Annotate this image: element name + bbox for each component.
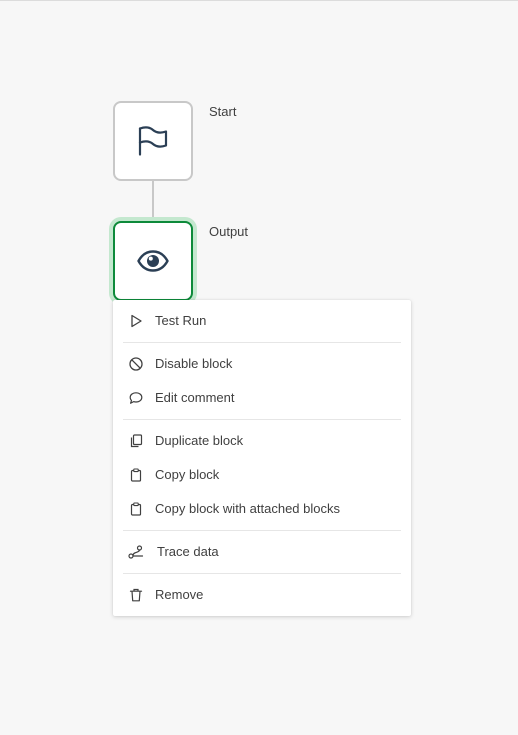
flag-icon (136, 124, 170, 158)
menu-separator (123, 419, 401, 420)
menu-item-remove[interactable]: Remove (113, 580, 411, 610)
start-block-label: Start (209, 104, 237, 119)
menu-item-label: Remove (155, 587, 204, 602)
block-connector (152, 181, 154, 221)
menu-item-label: Copy block (155, 467, 220, 482)
menu-item-label: Disable block (155, 356, 233, 371)
menu-item-disable-block[interactable]: Disable block (113, 349, 411, 379)
menu-separator (123, 530, 401, 531)
menu-item-trace-data[interactable]: Trace data (113, 537, 411, 567)
menu-item-label: Edit comment (155, 390, 235, 405)
comment-icon (128, 390, 144, 406)
clipboard-icon (128, 501, 144, 517)
eye-icon (137, 250, 169, 272)
duplicate-icon (128, 433, 144, 449)
menu-separator (123, 342, 401, 343)
output-block[interactable] (113, 221, 193, 301)
menu-item-label: Trace data (157, 544, 219, 559)
output-block-label: Output (209, 224, 249, 239)
start-block[interactable] (113, 101, 193, 181)
menu-item-label: Duplicate block (155, 433, 244, 448)
block-context-menu: Test Run Disable block Edit comment Dupl… (113, 300, 411, 616)
disable-icon (128, 356, 144, 372)
menu-item-edit-comment[interactable]: Edit comment (113, 383, 411, 413)
menu-item-copy-block[interactable]: Copy block (113, 460, 411, 490)
top-border (0, 0, 518, 1)
menu-item-label: Copy block with attached blocks (155, 501, 340, 516)
menu-item-duplicate-block[interactable]: Duplicate block (113, 426, 411, 456)
menu-item-test-run[interactable]: Test Run (113, 306, 411, 336)
menu-separator (123, 573, 401, 574)
play-icon (128, 313, 144, 329)
menu-item-copy-block-with-attached[interactable]: Copy block with attached blocks (113, 494, 411, 524)
trash-icon (128, 587, 144, 603)
menu-item-label: Test Run (155, 313, 207, 328)
trace-icon (127, 544, 145, 560)
clipboard-icon (128, 467, 144, 483)
